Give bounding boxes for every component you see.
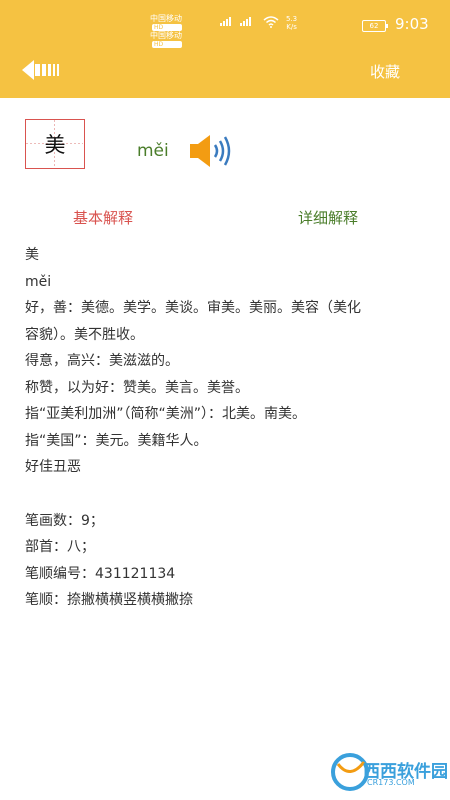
definition-line: 得意，高兴：美滋滋的。 [25, 353, 179, 369]
pinyin-text: měi [137, 141, 169, 161]
battery-icon: 62 [362, 20, 388, 32]
carrier-1: 中国移动 [150, 14, 182, 23]
hd-badge: HD [152, 41, 182, 48]
back-arrow-icon [22, 60, 59, 80]
play-audio-button[interactable] [188, 133, 238, 173]
carrier-2: 中国移动 [150, 31, 182, 40]
net-speed: 5.3 K/s [286, 15, 297, 31]
wifi-icon [263, 16, 279, 28]
status-bar: 中国移动 HD 中国移动 HD 5.3 K/s 62 9:03 [0, 0, 450, 48]
signal-icon [240, 17, 251, 26]
definition-line: 称赞，以为好：赞美。美言。美誉。 [25, 379, 249, 396]
stroke-order-code: 笔顺编号：431121134 [25, 565, 176, 582]
favorite-button[interactable]: 收藏 [370, 61, 400, 82]
character-glyph: 美 [44, 133, 66, 157]
definition-line: 指“亚美利加洲”（简称“美洲”）：北美。南美。 [25, 406, 307, 422]
net-speed-unit: K/s [286, 23, 297, 31]
watermark-url: CR173.COM [367, 778, 415, 787]
tab-detailed-explanation[interactable]: 详细解释 [298, 207, 358, 228]
definition-line: 容貌）。美不胜收。 [25, 326, 144, 343]
signal-icon [220, 17, 231, 26]
tab-basic-explanation[interactable]: 基本解释 [73, 207, 133, 228]
carrier-info: 中国移动 HD 中国移动 HD [150, 14, 182, 48]
radical: 部首：八； [25, 539, 95, 555]
definition-line: 好，善：美德。美学。美谈。审美。美丽。美容（美化 [25, 300, 361, 316]
definition-line: 好佳丑恶 [25, 459, 81, 475]
back-button[interactable] [22, 58, 62, 82]
hd-badge: HD [152, 24, 182, 31]
speaker-icon [190, 135, 231, 167]
status-time: 9:03 [395, 15, 429, 33]
definition-line: 美 [25, 247, 39, 263]
definition-content: 美 měi 好，善：美德。美学。美谈。审美。美丽。美容（美化 容貌）。美不胜收。… [25, 242, 445, 614]
net-speed-value: 5.3 [286, 15, 298, 23]
definition-line: měi [25, 273, 52, 290]
app-header: 中国移动 HD 中国移动 HD 5.3 K/s 62 9:03 收藏 [0, 0, 450, 98]
definition-line: 指“美国”：美元。美籍华人。 [25, 432, 208, 449]
stroke-count: 笔画数：9； [25, 512, 104, 529]
character-grid: 美 [25, 119, 85, 169]
stroke-order: 笔顺：捺撇横横竖横横撇捺 [25, 592, 193, 608]
